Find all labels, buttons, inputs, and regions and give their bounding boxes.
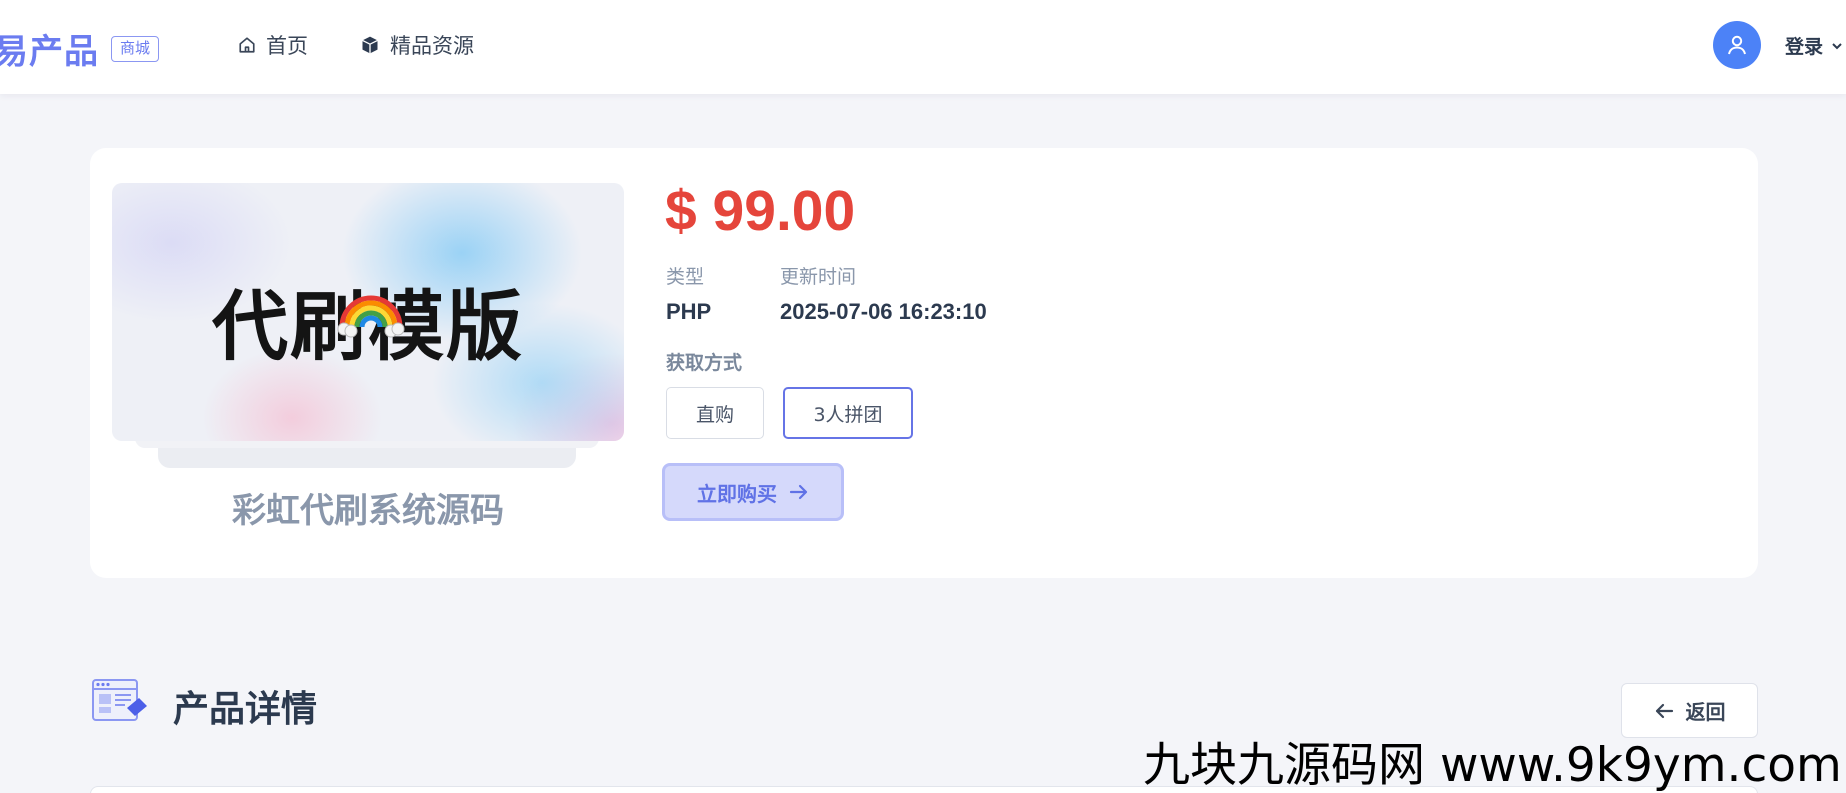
top-navbar: 易产品 商城 首页 精品资源 登录: [0, 0, 1846, 94]
login-dropdown[interactable]: 登录: [1785, 32, 1843, 59]
get-method-label: 获取方式: [666, 352, 743, 374]
updated-label: 更新时间: [780, 266, 857, 288]
product-price: $ 99.00: [665, 179, 856, 243]
home-icon: [239, 37, 255, 53]
option-direct-buy[interactable]: 直购: [666, 387, 764, 439]
type-label: 类型: [666, 266, 705, 288]
brand-logo[interactable]: 易产品 商城: [0, 24, 160, 73]
brand-name: 易产品: [0, 32, 99, 72]
arrow-right-icon: [789, 484, 808, 500]
product-name: 彩虹代刷系统源码: [232, 491, 504, 531]
product-image[interactable]: 代刷模版: [112, 183, 624, 441]
updated-value: 2025-07-06 16:23:10: [780, 299, 987, 324]
nav-home-label: 首页: [266, 34, 308, 58]
option-group-buy[interactable]: 3人拼团: [783, 387, 913, 439]
buy-now-button[interactable]: 立即购买: [662, 463, 844, 521]
nav-resources-label: 精品资源: [390, 34, 474, 58]
rainbow-icon: [337, 295, 405, 338]
back-label: 返回: [1685, 700, 1726, 724]
buy-now-label: 立即购买: [697, 481, 777, 506]
brand-badge: 商城: [111, 35, 160, 62]
nav-item-home[interactable]: 首页: [238, 30, 308, 60]
nav-item-resources[interactable]: 精品资源: [360, 30, 474, 60]
watermark-text: 九块九源码网 www.9k9ym.com: [1143, 738, 1842, 793]
type-value: PHP: [666, 299, 712, 324]
arrow-left-icon: [1655, 703, 1673, 718]
login-label: 登录: [1785, 36, 1824, 58]
product-details-icon: [92, 679, 147, 721]
user-icon: [1728, 35, 1746, 55]
chevron-down-icon: [1832, 42, 1842, 49]
box-icon: [362, 36, 378, 54]
user-avatar[interactable]: [1713, 21, 1761, 69]
details-title: 产品详情: [173, 689, 318, 730]
product-card: 代刷模版 彩虹代刷系统源码 $ 99.00 类型 更新时间 PHP 2025-0…: [90, 148, 1758, 578]
